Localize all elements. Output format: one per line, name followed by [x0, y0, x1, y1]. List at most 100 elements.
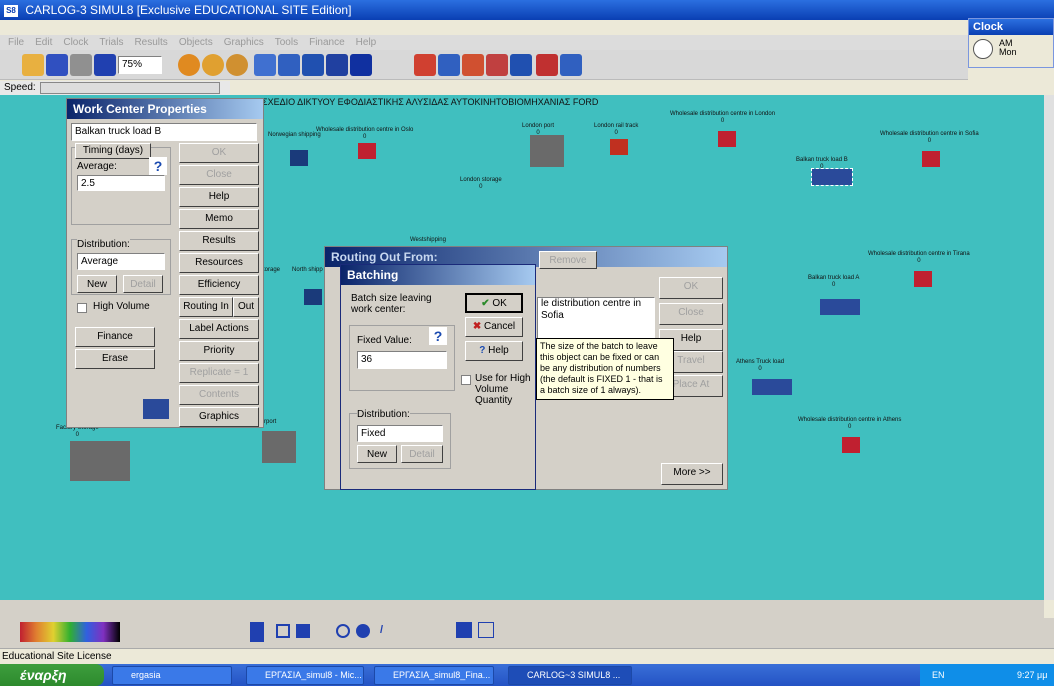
- batch-new-button[interactable]: New: [357, 445, 397, 463]
- menu-results[interactable]: Results: [134, 37, 167, 48]
- undo-icon[interactable]: [94, 54, 116, 76]
- batching-help-button[interactable]: ? Help: [465, 341, 523, 361]
- speed-slider[interactable]: [40, 82, 220, 94]
- high-volume-checkbox[interactable]: [77, 303, 87, 313]
- help-question-icon[interactable]: ?: [149, 157, 167, 175]
- fixed-value-input[interactable]: 36: [357, 351, 447, 369]
- language-indicator[interactable]: EN: [932, 670, 945, 680]
- node-sofia[interactable]: Wholesale distribution centre in Sofia 0: [880, 131, 979, 145]
- line-tool-icon[interactable]: /: [380, 624, 394, 638]
- average-input[interactable]: 2.5: [77, 175, 165, 191]
- node-balkan-a[interactable]: Balkan truck load A0: [808, 275, 859, 289]
- menu-graphics[interactable]: Graphics: [224, 37, 264, 48]
- zoom-select[interactable]: 75%: [118, 56, 162, 74]
- filled-rectangle-tool-icon[interactable]: [296, 624, 310, 638]
- horizontal-scrollbar[interactable]: [0, 600, 1044, 618]
- help-question-icon[interactable]: ?: [429, 327, 447, 345]
- start-button[interactable]: έναρξη: [0, 664, 104, 686]
- resource-icon[interactable]: [510, 54, 532, 76]
- node-westshipping[interactable]: Westshipping: [410, 237, 446, 244]
- image-tool-icon[interactable]: [456, 622, 472, 638]
- route-icon[interactable]: [536, 54, 558, 76]
- resources-button[interactable]: Resources: [179, 253, 259, 273]
- connect-icon[interactable]: [560, 54, 582, 76]
- new-distribution-button[interactable]: New: [77, 275, 117, 293]
- chart-icon[interactable]: [254, 54, 276, 76]
- node-rport[interactable]: rport: [264, 419, 276, 426]
- close-button[interactable]: Close: [179, 165, 259, 185]
- color-palette[interactable]: [20, 622, 120, 642]
- timing-button[interactable]: Timing (days): [75, 143, 151, 159]
- menu-tools[interactable]: Tools: [275, 37, 298, 48]
- list-icon[interactable]: [302, 54, 324, 76]
- menu-trials[interactable]: Trials: [99, 37, 123, 48]
- select-tool-icon[interactable]: [250, 622, 264, 642]
- ok-button[interactable]: OK: [179, 143, 259, 163]
- remove-button[interactable]: Remove: [539, 251, 597, 269]
- ellipse-tool-icon[interactable]: [336, 624, 350, 638]
- label-actions-button[interactable]: Label Actions: [179, 319, 259, 339]
- node-london-storage[interactable]: London storage 0: [460, 177, 502, 191]
- menu-clock[interactable]: Clock: [63, 37, 88, 48]
- menu-objects[interactable]: Objects: [179, 37, 213, 48]
- storage-icon[interactable]: [438, 54, 460, 76]
- routing-out-button[interactable]: Out: [233, 297, 259, 317]
- finance-button[interactable]: Finance: [75, 327, 155, 347]
- work-center-name-input[interactable]: Balkan truck load B: [71, 123, 257, 141]
- task-simul8[interactable]: CARLOG~3 SIMUL8 ...: [508, 666, 632, 685]
- help-button[interactable]: Help: [179, 187, 259, 207]
- graphics-button[interactable]: Graphics: [179, 407, 259, 427]
- high-volume-quantity-checkbox[interactable]: [461, 375, 471, 385]
- menu-file[interactable]: File: [8, 37, 24, 48]
- print-icon[interactable]: [70, 54, 92, 76]
- batching-ok-button[interactable]: ✔ OK: [465, 293, 523, 313]
- node-tirana[interactable]: Wholesale distribution centre in Tirana 0: [868, 251, 970, 265]
- results-icon[interactable]: [350, 54, 372, 76]
- work-entry-icon[interactable]: [414, 54, 436, 76]
- task-ergasia[interactable]: ergasia: [112, 666, 232, 685]
- finance-icon[interactable]: [326, 54, 348, 76]
- vertical-scrollbar[interactable]: [1044, 95, 1054, 600]
- node-london[interactable]: Wholesale distribution centre in London 0: [670, 111, 775, 125]
- node-athens[interactable]: Wholesale distribution centre in Athens 0: [798, 417, 901, 431]
- run-icon[interactable]: [178, 54, 200, 76]
- replicate-button[interactable]: Replicate = 1: [179, 363, 259, 383]
- exit-icon[interactable]: [486, 54, 508, 76]
- grid-tool-icon[interactable]: [478, 622, 494, 638]
- efficiency-button[interactable]: Efficiency: [179, 275, 259, 295]
- truck-icon[interactable]: [811, 168, 853, 186]
- contents-button[interactable]: Contents: [179, 385, 259, 405]
- rectangle-tool-icon[interactable]: [276, 624, 290, 638]
- node-london-rail[interactable]: London rail track 0: [594, 123, 638, 137]
- routing-in-button[interactable]: Routing In: [179, 297, 233, 317]
- step-icon[interactable]: [202, 54, 224, 76]
- more-button[interactable]: More >>: [661, 463, 723, 485]
- results-button[interactable]: Results: [179, 231, 259, 251]
- node-athens-truck[interactable]: Athens Truck load 0: [736, 359, 784, 373]
- node-north-shipping[interactable]: North shipp: [292, 267, 323, 274]
- priority-button[interactable]: Priority: [179, 341, 259, 361]
- task-word-1[interactable]: ΕΡΓΑΣΙΑ_simul8 - Mic...: [246, 666, 364, 685]
- distribution-select[interactable]: Average: [77, 253, 165, 270]
- routing-list-item[interactable]: le distribution centre in Sofia: [541, 298, 641, 321]
- save-icon[interactable]: [46, 54, 68, 76]
- menu-help[interactable]: Help: [356, 37, 377, 48]
- batch-distribution-select[interactable]: Fixed: [357, 425, 443, 442]
- routing-ok-button[interactable]: OK: [659, 277, 723, 299]
- menu-edit[interactable]: Edit: [35, 37, 52, 48]
- erase-button[interactable]: Erase: [75, 349, 155, 369]
- routing-close-button[interactable]: Close: [659, 303, 723, 325]
- node-norwegian-shipping[interactable]: Norwegian shipping: [268, 132, 321, 139]
- batching-cancel-button[interactable]: ✖ Cancel: [465, 317, 523, 337]
- menu-finance[interactable]: Finance: [309, 37, 345, 48]
- reset-icon[interactable]: [226, 54, 248, 76]
- detail-distribution-button[interactable]: Detail: [123, 275, 163, 293]
- task-word-2[interactable]: ΕΡΓΑΣΙΑ_simul8_Fina...: [374, 666, 494, 685]
- filled-ellipse-tool-icon[interactable]: [356, 624, 370, 638]
- memo-button[interactable]: Memo: [179, 209, 259, 229]
- open-icon[interactable]: [22, 54, 44, 76]
- table-icon[interactable]: [278, 54, 300, 76]
- node-oslo[interactable]: Wholesale distribution centre in Oslo 0: [316, 127, 413, 141]
- work-center-icon[interactable]: [462, 54, 484, 76]
- clock-window[interactable]: Clock AM Mon: [968, 18, 1054, 68]
